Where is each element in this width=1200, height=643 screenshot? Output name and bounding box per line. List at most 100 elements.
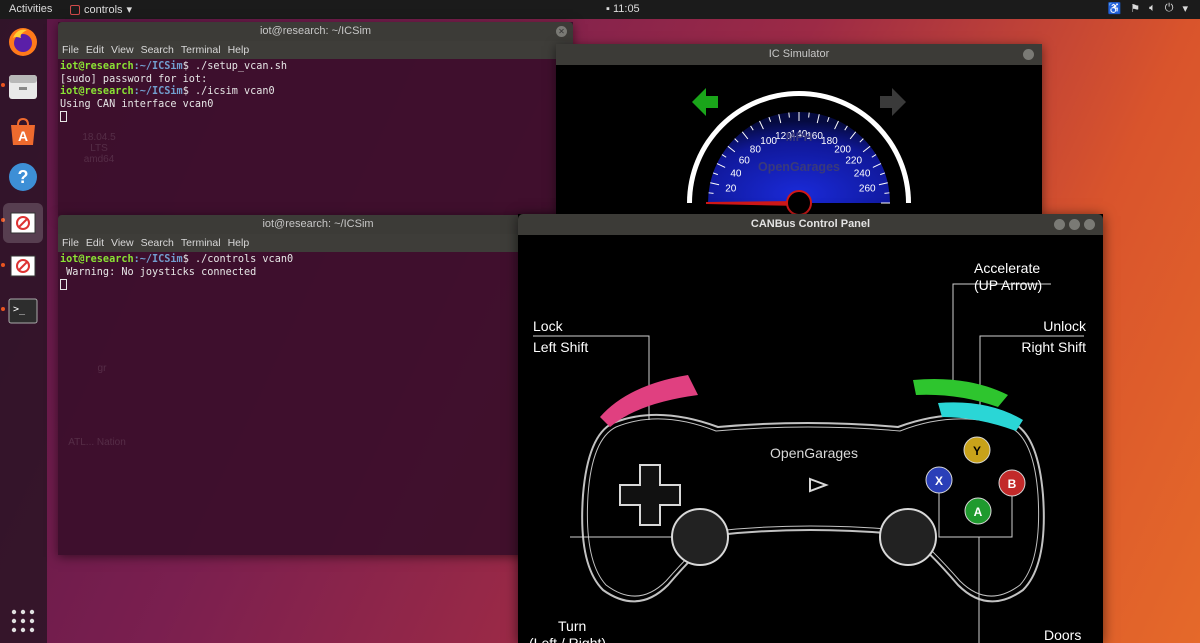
menu-file[interactable]: File — [62, 41, 79, 59]
terminal-cursor — [60, 279, 67, 290]
controller-brand: OpenGarages — [770, 445, 858, 461]
terminal-titlebar[interactable]: iot@research: ~/ICSim ✕ — [58, 22, 573, 41]
terminal-output[interactable]: iot@research:~/ICSim$ ./controls vcan0 W… — [58, 252, 578, 294]
menu-view[interactable]: View — [111, 41, 134, 59]
terminal-window-1[interactable]: iot@research: ~/ICSim ✕ File Edit View S… — [58, 22, 573, 215]
ghost-file-label: ATL... Nation — [68, 437, 126, 448]
menu-view[interactable]: View — [111, 234, 134, 252]
svg-text:X: X — [935, 474, 943, 488]
terminal-window-2[interactable]: iot@research: ~/ICSim ✕ File Edit View S… — [58, 215, 578, 555]
speed-tick-label: 220 — [845, 155, 862, 166]
left-turn-signal-icon — [692, 88, 718, 116]
control-panel-title: CANBus Control Panel — [750, 218, 871, 230]
svg-text:B: B — [1008, 477, 1017, 491]
accelerate-key-label: (UP Arrow) — [974, 277, 1043, 293]
turn-key-label: (Left / Right) — [529, 635, 607, 643]
needle-hub — [786, 190, 812, 216]
top-bar: Activities controls ▾ ▪ 11:05 ♿ ⚑ 🔈︎ ⏻ ▾ — [0, 0, 1200, 19]
speed-tick — [708, 192, 714, 194]
terminal-line: iot@research:~/ICSim$ ./setup_vcan.sh — [60, 61, 287, 72]
unlock-key-label: Right Shift — [1021, 339, 1086, 355]
help-icon[interactable]: ? — [5, 159, 41, 195]
app-grid-icon[interactable] — [5, 603, 41, 639]
unlock-label: Unlock — [1043, 318, 1086, 334]
svg-text:?: ? — [18, 167, 29, 187]
speed-tick — [788, 112, 790, 118]
chevron-down-icon: ▾ — [1182, 3, 1188, 15]
controls-app-icon[interactable] — [5, 248, 41, 284]
chevron-down-icon: ▾ — [126, 4, 133, 16]
files-icon[interactable] — [5, 69, 41, 105]
clock-label: 11:05 — [612, 3, 640, 15]
notification-dot-icon: ▪ — [606, 3, 613, 15]
accelerate-label: Accelerate — [974, 260, 1041, 276]
menu-terminal[interactable]: Terminal — [181, 234, 221, 252]
minimize-icon[interactable] — [1054, 219, 1065, 230]
software-center-icon[interactable]: A — [5, 114, 41, 150]
menu-edit[interactable]: Edit — [86, 41, 104, 59]
speed-tick-label: 240 — [854, 169, 871, 180]
menu-help[interactable]: Help — [228, 234, 250, 252]
left-stick-icon — [671, 508, 729, 566]
app-menu[interactable]: controls ▾ — [70, 3, 132, 16]
menu-terminal[interactable]: Terminal — [181, 41, 221, 59]
terminal-line: Using CAN interface vcan0 — [60, 98, 214, 110]
doors-label: Doors — [1044, 627, 1082, 643]
speed-tick-label: 40 — [730, 169, 742, 180]
close-icon[interactable] — [1084, 219, 1095, 230]
speed-tick — [808, 112, 810, 118]
ic-simulator-window[interactable]: IC Simulator 20 40 60 80 100 120 140 160 180 200 2… — [556, 44, 1042, 216]
menu-search[interactable]: Search — [141, 41, 174, 59]
speed-tick-label: 200 — [834, 144, 851, 155]
svg-text:A: A — [974, 505, 983, 519]
speedometer: 20406080100120140160180200220240260 MPH … — [687, 88, 911, 216]
svg-text:>_: >_ — [13, 304, 26, 315]
terminal-icon[interactable]: >_ — [5, 293, 41, 329]
terminal-titlebar[interactable]: iot@research: ~/ICSim ✕ — [58, 215, 578, 234]
icsim-app-icon[interactable] — [3, 203, 43, 243]
terminal-output[interactable]: iot@research:~/ICSim$ ./setup_vcan.sh [s… — [58, 59, 573, 126]
controls-app-icon — [70, 4, 80, 15]
right-stick-icon — [879, 508, 937, 566]
unlock-bumper — [938, 402, 1023, 431]
close-icon[interactable]: ✕ — [556, 26, 567, 37]
close-icon[interactable] — [1023, 49, 1034, 60]
lock-key-label: Left Shift — [533, 339, 589, 355]
ic-title: IC Simulator — [768, 48, 830, 60]
controller-graphic: OpenGarages Y X B A — [533, 283, 1084, 643]
lock-label: Lock — [533, 318, 563, 334]
network-icon: ⚑ — [1130, 3, 1141, 15]
speed-tick — [884, 192, 890, 194]
menu-file[interactable]: File — [62, 234, 79, 252]
terminal-line: [sudo] password for iot: — [60, 73, 208, 85]
terminal-line: iot@research:~/ICSim$ ./icsim vcan0 — [60, 86, 275, 97]
terminal-line: Warning: No joysticks connected — [60, 266, 257, 278]
ghost-desktop-text: 18.04.5 LTS amd64 — [82, 132, 116, 165]
ghost-folder-label: gr — [97, 363, 107, 374]
svg-text:Y: Y — [973, 444, 981, 458]
speed-tick-label: 20 — [725, 183, 737, 194]
clock[interactable]: ▪ 11:05 — [606, 3, 640, 15]
menu-search[interactable]: Search — [141, 234, 174, 252]
menu-edit[interactable]: Edit — [86, 234, 104, 252]
canbus-control-panel-window[interactable]: CANBus Control Panel OpenGarages Y X B A… — [518, 214, 1103, 643]
control-panel-titlebar[interactable]: CANBus Control Panel — [518, 214, 1103, 235]
activities-button[interactable]: Activities — [9, 3, 52, 15]
system-tray[interactable]: ♿ ⚑ 🔈︎ ⏻ ▾ — [1108, 2, 1188, 15]
speed-tick-label: 60 — [739, 155, 751, 166]
turn-label: Turn — [558, 618, 587, 634]
terminal-cursor — [60, 111, 67, 122]
volume-icon: 🔈︎ — [1149, 2, 1156, 14]
dock: A ? >_ — [0, 19, 47, 643]
terminal-menubar: File Edit View Search Terminal Help — [58, 41, 573, 59]
terminal-line: iot@research:~/ICSim$ ./controls vcan0 — [60, 254, 294, 265]
menu-help[interactable]: Help — [228, 41, 250, 59]
firefox-icon[interactable] — [5, 24, 41, 60]
svg-text:A: A — [18, 128, 28, 144]
terminal-title: iot@research: ~/ICSim — [262, 218, 374, 230]
terminal-menubar: File Edit View Search Terminal Help — [58, 234, 578, 252]
maximize-icon[interactable] — [1069, 219, 1080, 230]
app-menu-label: controls — [84, 3, 123, 16]
accessibility-icon: ♿ — [1107, 3, 1122, 15]
ic-titlebar[interactable]: IC Simulator — [556, 44, 1042, 65]
